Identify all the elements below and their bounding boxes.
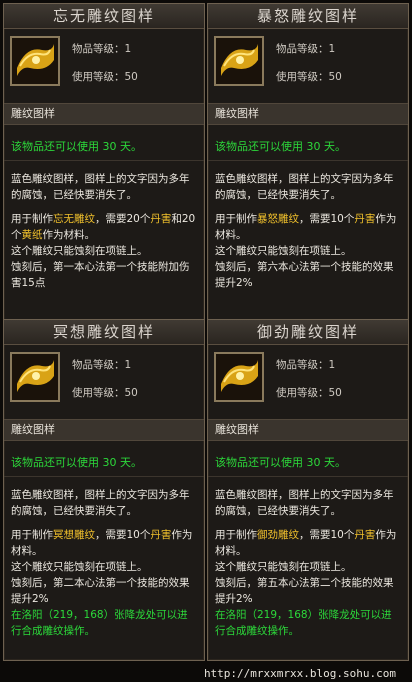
material-name: 丹害: [354, 529, 376, 541]
item-info: 物品等级：1 使用等级：50: [4, 29, 204, 103]
crafting-line: 用于制作暴怒雕纹，需要10个丹害作为材料。: [215, 211, 401, 243]
item-type: 雕纹图样: [208, 419, 408, 441]
use-level: 使用等级：50: [72, 387, 138, 399]
item-title: 冥想雕纹图样: [4, 320, 204, 345]
item-level: 物品等级：1: [276, 359, 336, 371]
item-tooltip-card: 冥想雕纹图样 物品等级：1 使用等级：50 雕纹图样 该物品还可以使用 30 天…: [3, 319, 205, 661]
golden-scroll-icon: [10, 352, 60, 402]
crafted-item-name: 御劲雕纹: [257, 529, 299, 541]
description-text: 蓝色雕纹图样，图样上的文字因为多年的腐蚀，已经快要消失了。: [11, 173, 190, 201]
crafted-item-name: 暴怒雕纹: [257, 213, 299, 225]
location-text: 在洛阳（219，168）张降龙处可以进行合成雕纹操作。: [11, 609, 188, 637]
use-level: 使用等级：50: [276, 71, 342, 83]
effect-text: 蚀刻后，第二本心法第一个技能的效果提升2%: [11, 577, 190, 605]
crafting-prefix: 用于制作: [11, 529, 53, 541]
item-level: 物品等级：1: [72, 43, 132, 55]
item-info: 物品等级：1 使用等级：50: [208, 29, 408, 103]
crafting-quantity: ，需要10个: [299, 529, 355, 541]
item-title: 御劲雕纹图样: [208, 320, 408, 345]
effect-text: 蚀刻后，第五本心法第二个技能的效果提升2%: [215, 577, 394, 605]
golden-scroll-icon: [214, 36, 264, 86]
material-name: 丹害: [150, 529, 172, 541]
item-type: 雕纹图样: [4, 419, 204, 441]
item-title: 忘无雕纹图样: [4, 4, 204, 29]
item-description: 蓝色雕纹图样，图样上的文字因为多年的腐蚀，已经快要消失了。 用于制作忘无雕纹，需…: [4, 161, 204, 291]
watermark-url: http://mrxxmrxx.blog.sohu.com: [203, 667, 396, 680]
item-description: 蓝色雕纹图样，图样上的文字因为多年的腐蚀，已经快要消失了。 用于制作冥想雕纹，需…: [4, 477, 204, 639]
restriction-text: 这个雕纹只能蚀刻在项链上。: [11, 245, 148, 257]
crafting-line: 用于制作冥想雕纹，需要10个丹害作为材料。: [11, 527, 197, 559]
crafted-item-name: 忘无雕纹: [53, 213, 95, 225]
item-title: 暴怒雕纹图样: [208, 4, 408, 29]
golden-scroll-icon: [10, 36, 60, 86]
item-info: 物品等级：1 使用等级：50: [208, 345, 408, 419]
description-text: 蓝色雕纹图样，图样上的文字因为多年的腐蚀，已经快要消失了。: [215, 489, 394, 517]
item-tooltip-card: 忘无雕纹图样 物品等级：1 使用等级：50 雕纹图样 该物品还可以使用 30 天…: [3, 3, 205, 331]
use-level: 使用等级：50: [276, 387, 342, 399]
golden-scroll-icon: [214, 352, 264, 402]
availability-text: 该物品还可以使用 30 天。: [208, 450, 408, 477]
item-description: 蓝色雕纹图样，图样上的文字因为多年的腐蚀，已经快要消失了。 用于制作御劲雕纹，需…: [208, 477, 408, 639]
crafting-line: 用于制作忘无雕纹，需要20个丹害和20个黄纸作为材料。: [11, 211, 197, 243]
effect-text: 蚀刻后，第一本心法第一个技能附加伤害15点: [11, 261, 190, 289]
crafting-prefix: 用于制作: [215, 529, 257, 541]
description-text: 蓝色雕纹图样，图样上的文字因为多年的腐蚀，已经快要消失了。: [215, 173, 394, 201]
item-type: 雕纹图样: [4, 103, 204, 125]
item-level: 物品等级：1: [72, 359, 132, 371]
availability-text: 该物品还可以使用 30 天。: [208, 134, 408, 161]
crafting-suffix: 作为材料。: [42, 229, 96, 241]
item-description: 蓝色雕纹图样，图样上的文字因为多年的腐蚀，已经快要消失了。 用于制作暴怒雕纹，需…: [208, 161, 408, 291]
description-text: 蓝色雕纹图样，图样上的文字因为多年的腐蚀，已经快要消失了。: [11, 489, 190, 517]
crafting-prefix: 用于制作: [215, 213, 257, 225]
restriction-text: 这个雕纹只能蚀刻在项链上。: [11, 561, 148, 573]
item-level: 物品等级：1: [276, 43, 336, 55]
restriction-text: 这个雕纹只能蚀刻在项链上。: [215, 561, 352, 573]
use-level: 使用等级：50: [72, 71, 138, 83]
effect-text: 蚀刻后，第六本心法第一个技能的效果提升2%: [215, 261, 394, 289]
crafting-line: 用于制作御劲雕纹，需要10个丹害作为材料。: [215, 527, 401, 559]
availability-text: 该物品还可以使用 30 天。: [4, 450, 204, 477]
crafted-item-name: 冥想雕纹: [53, 529, 95, 541]
item-type: 雕纹图样: [208, 103, 408, 125]
location-text: 在洛阳（219，168）张降龙处可以进行合成雕纹操作。: [215, 609, 392, 637]
item-tooltip-card: 御劲雕纹图样 物品等级：1 使用等级：50 雕纹图样 该物品还可以使用 30 天…: [207, 319, 409, 661]
crafting-quantity: ，需要10个: [299, 213, 355, 225]
item-info: 物品等级：1 使用等级：50: [4, 345, 204, 419]
crafting-quantity: ，需要10个: [95, 529, 151, 541]
material-name: 丹害: [150, 213, 172, 225]
availability-text: 该物品还可以使用 30 天。: [4, 134, 204, 161]
material-name: 丹害: [354, 213, 376, 225]
crafting-quantity: ，需要20个: [95, 213, 151, 225]
item-tooltip-card: 暴怒雕纹图样 物品等级：1 使用等级：50 雕纹图样 该物品还可以使用 30 天…: [207, 3, 409, 331]
crafting-prefix: 用于制作: [11, 213, 53, 225]
material-name-2: 黄纸: [21, 229, 43, 241]
restriction-text: 这个雕纹只能蚀刻在项链上。: [215, 245, 352, 257]
